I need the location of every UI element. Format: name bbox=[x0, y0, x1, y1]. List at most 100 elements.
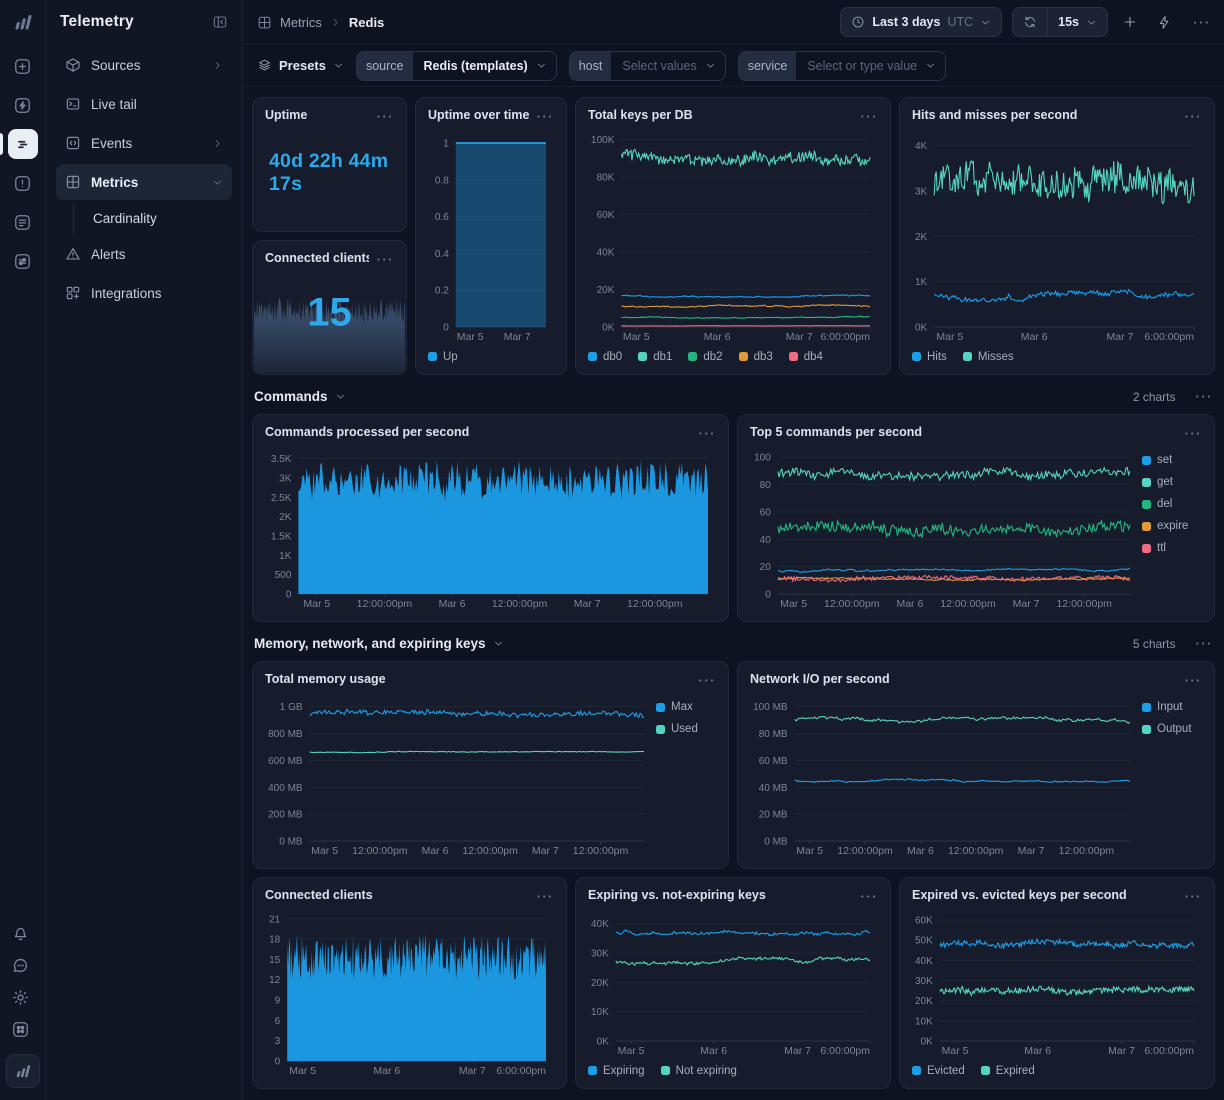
chart-canvas[interactable]: 0 MB200 MB400 MB600 MB800 MB1 GBMar 512:… bbox=[265, 689, 652, 858]
legend-label: Misses bbox=[978, 351, 1014, 363]
sidebar-item-live-tail[interactable]: Live tail bbox=[56, 86, 232, 122]
sidebar-item-alerts[interactable]: Alerts bbox=[56, 236, 232, 272]
chart-canvas[interactable]: 0 MB20 MB40 MB60 MB80 MB100 MBMar 512:00… bbox=[750, 689, 1138, 858]
add-chart-button[interactable] bbox=[1118, 10, 1142, 34]
card-menu-button[interactable]: ··· bbox=[853, 108, 879, 125]
section-toggle[interactable]: Commands bbox=[254, 389, 346, 404]
chart-canvas[interactable]: 0K1K2K3K4KMar 5Mar 6Mar 76:00:00pm bbox=[912, 125, 1202, 344]
card-menu-button[interactable]: ··· bbox=[529, 888, 555, 905]
legend-label: Hits bbox=[927, 351, 947, 363]
card-menu-button[interactable]: ··· bbox=[691, 672, 717, 689]
section-menu-button[interactable]: ··· bbox=[1188, 388, 1214, 405]
card-menu-button[interactable]: ··· bbox=[691, 425, 717, 442]
sidebar-subnav: Cardinality bbox=[73, 203, 232, 233]
legend-item-del[interactable]: del bbox=[1142, 498, 1202, 510]
filter-label: host bbox=[570, 52, 612, 80]
legend-item-db1[interactable]: db1 bbox=[638, 351, 672, 363]
new-query-button[interactable] bbox=[8, 51, 38, 81]
datasets-rail-button[interactable] bbox=[8, 207, 38, 237]
chart-canvas[interactable]: 05001K1.5K2K2.5K3K3.5KMar 512:00:00pmMar… bbox=[265, 442, 716, 611]
chevron-right-icon bbox=[212, 60, 223, 71]
legend-item-db2[interactable]: db2 bbox=[688, 351, 722, 363]
card-menu-button[interactable]: ··· bbox=[1177, 672, 1203, 689]
legend-label: db1 bbox=[653, 351, 672, 363]
card-menu-button[interactable]: ··· bbox=[369, 108, 395, 125]
legend-item-expiring[interactable]: Expiring bbox=[588, 1065, 645, 1077]
legend-item-input[interactable]: Input bbox=[1142, 701, 1202, 713]
svg-text:Mar 5: Mar 5 bbox=[936, 331, 963, 343]
legend-item-hits[interactable]: Hits bbox=[912, 351, 947, 363]
refresh-interval-select[interactable]: 15s bbox=[1048, 8, 1107, 36]
section-commands: Commands 2 charts ··· bbox=[254, 388, 1213, 405]
grid-plus-icon bbox=[65, 285, 81, 301]
chart-canvas[interactable]: 0K20K40K60K80K100KMar 5Mar 6Mar 76:00:00… bbox=[588, 125, 878, 344]
sidebar-item-events[interactable]: Events bbox=[56, 125, 232, 161]
svg-text:Mar 5: Mar 5 bbox=[457, 331, 484, 343]
chart-canvas[interactable]: 0K10K20K30K40K50K60KMar 5Mar 6Mar 76:00:… bbox=[912, 905, 1202, 1058]
card-menu-button[interactable]: ··· bbox=[529, 108, 555, 125]
flash-query-button[interactable] bbox=[8, 90, 38, 120]
feedback-button[interactable] bbox=[6, 950, 36, 980]
card-connected-clients-chart: Connected clients ··· 036912151821Mar 5M… bbox=[252, 877, 567, 1089]
shortcuts-button[interactable] bbox=[6, 1014, 36, 1044]
legend-item-db3[interactable]: db3 bbox=[739, 351, 773, 363]
section-menu-button[interactable]: ··· bbox=[1188, 635, 1214, 652]
legend-item-get[interactable]: get bbox=[1142, 476, 1202, 488]
workspace-logo-button[interactable] bbox=[6, 1054, 40, 1088]
chart-canvas[interactable]: 036912151821Mar 5Mar 6Mar 76:00:00pm bbox=[265, 905, 554, 1078]
legend-item-not-expiring[interactable]: Not expiring bbox=[661, 1065, 737, 1077]
legend-item-misses[interactable]: Misses bbox=[963, 351, 1014, 363]
sidebar-item-integrations[interactable]: Integrations bbox=[56, 275, 232, 311]
theme-toggle-button[interactable] bbox=[6, 982, 36, 1012]
card-menu-button[interactable]: ··· bbox=[1177, 888, 1203, 905]
sidebar-item-metrics[interactable]: Metrics bbox=[56, 164, 232, 200]
chart-canvas[interactable]: 020406080100Mar 512:00:00pmMar 612:00:00… bbox=[750, 442, 1138, 611]
quick-actions-button[interactable] bbox=[1152, 10, 1176, 34]
svg-text:0.4: 0.4 bbox=[435, 249, 449, 260]
streams-rail-button[interactable] bbox=[8, 129, 38, 159]
page-menu-button[interactable]: ··· bbox=[1186, 10, 1210, 34]
breadcrumb-metrics-link[interactable]: Metrics bbox=[280, 15, 322, 30]
legend-item-max[interactable]: Max bbox=[656, 701, 716, 713]
svg-text:40K: 40K bbox=[591, 919, 609, 930]
card-menu-button[interactable]: ··· bbox=[369, 251, 395, 268]
card-menu-button[interactable]: ··· bbox=[853, 888, 879, 905]
svg-text:2.5K: 2.5K bbox=[271, 493, 292, 504]
legend-item-db0[interactable]: db0 bbox=[588, 351, 622, 363]
settings-rail-button[interactable] bbox=[8, 246, 38, 276]
filter-pill-service[interactable]: service Select or type value bbox=[738, 51, 946, 81]
legend-item-output[interactable]: Output bbox=[1142, 723, 1202, 735]
legend-chip bbox=[1142, 500, 1151, 509]
chart-legend: Max Used bbox=[652, 689, 716, 858]
legend-item-up[interactable]: Up bbox=[428, 351, 458, 363]
filter-pill-host[interactable]: host Select values bbox=[569, 51, 726, 81]
svg-text:800 MB: 800 MB bbox=[268, 729, 303, 740]
legend-item-ttl[interactable]: ttl bbox=[1142, 542, 1202, 554]
time-range-picker[interactable]: Last 3 days UTC bbox=[840, 7, 1002, 37]
monitors-rail-button[interactable] bbox=[8, 168, 38, 198]
chart-canvas[interactable]: 0K10K20K30K40KMar 5Mar 6Mar 76:00:00pm bbox=[588, 905, 878, 1058]
card-menu-button[interactable]: ··· bbox=[1177, 108, 1203, 125]
legend-item-used[interactable]: Used bbox=[656, 723, 716, 735]
legend-item-expire[interactable]: expire bbox=[1142, 520, 1202, 532]
presets-dropdown[interactable]: Presets bbox=[257, 58, 344, 73]
sidebar-item-sources[interactable]: Sources bbox=[56, 47, 232, 83]
refresh-button[interactable] bbox=[1013, 8, 1047, 36]
legend-item-set[interactable]: set bbox=[1142, 454, 1202, 466]
section-toggle[interactable]: Memory, network, and expiring keys bbox=[254, 636, 504, 651]
chart-canvas[interactable]: 00.20.40.60.81Mar 5Mar 7 bbox=[428, 125, 554, 344]
legend-chip bbox=[656, 703, 665, 712]
svg-text:12:00:00pm: 12:00:00pm bbox=[492, 598, 548, 610]
legend-item-evicted[interactable]: Evicted bbox=[912, 1065, 965, 1077]
legend-label: Evicted bbox=[927, 1065, 965, 1077]
legend-item-db4[interactable]: db4 bbox=[789, 351, 823, 363]
svg-text:18: 18 bbox=[269, 935, 281, 946]
sidebar-item-cardinality[interactable]: Cardinality bbox=[74, 203, 232, 233]
card-expiring-keys: Expiring vs. not-expiring keys ··· 0K10K… bbox=[575, 877, 891, 1089]
legend-label: expire bbox=[1157, 520, 1188, 532]
card-menu-button[interactable]: ··· bbox=[1177, 425, 1203, 442]
filter-pill-source[interactable]: source Redis (templates) bbox=[356, 51, 557, 81]
notifications-button[interactable] bbox=[6, 918, 36, 948]
legend-item-expired[interactable]: Expired bbox=[981, 1065, 1035, 1077]
collapse-sidebar-button[interactable] bbox=[212, 14, 228, 30]
